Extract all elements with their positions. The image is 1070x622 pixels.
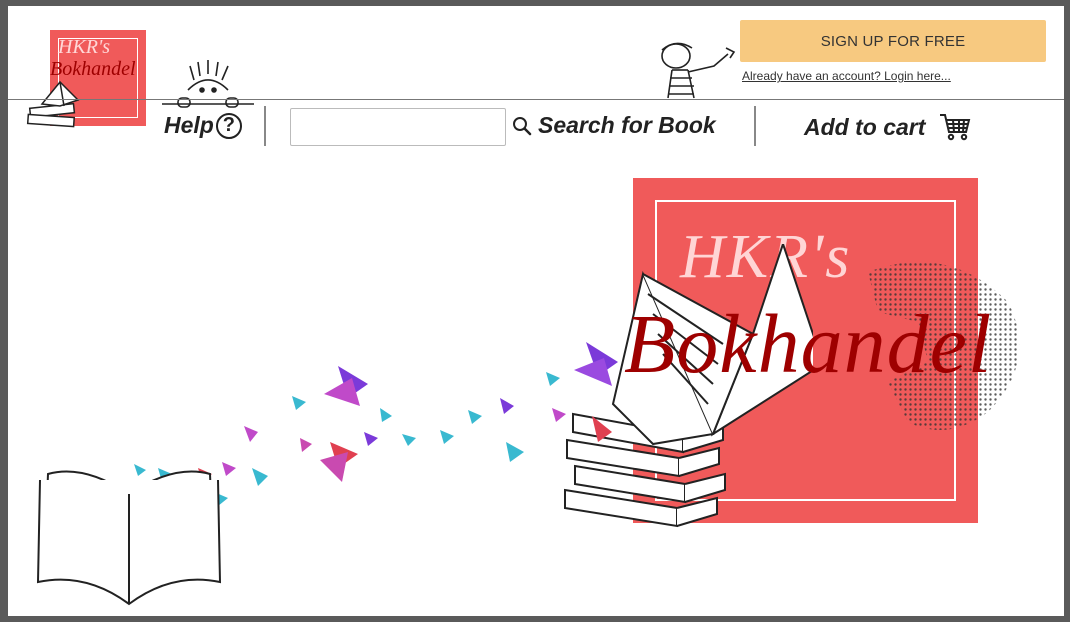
hero-logo-line2: Bokhandel bbox=[624, 298, 993, 391]
cartoon-guy-icon bbox=[661, 42, 736, 99]
question-circle-icon: ? bbox=[215, 112, 242, 139]
page-frame: HKR's Bokhandel SIGN UP FOR FREE Already… bbox=[8, 6, 1064, 616]
search-input[interactable] bbox=[290, 108, 506, 146]
open-book-icon bbox=[36, 470, 222, 606]
search-button[interactable]: Search for Book bbox=[512, 112, 716, 139]
magnifier-icon bbox=[513, 116, 532, 135]
header-logo[interactable]: HKR's Bokhandel bbox=[24, 22, 164, 134]
header-divider bbox=[8, 99, 1064, 100]
shopping-cart-icon bbox=[940, 114, 971, 141]
login-link[interactable]: Already have an account? Login here... bbox=[742, 69, 951, 83]
nav-divider bbox=[754, 106, 756, 146]
search-label: Search for Book bbox=[538, 112, 716, 138]
help-link[interactable]: Help ? bbox=[164, 112, 242, 139]
help-label: Help bbox=[164, 112, 214, 138]
header-logo-line1: HKR's bbox=[58, 36, 111, 58]
nav-divider bbox=[264, 106, 266, 146]
add-to-cart-button[interactable]: Add to cart bbox=[804, 112, 971, 142]
signup-button[interactable]: SIGN UP FOR FREE bbox=[740, 20, 1046, 62]
peeking-character-icon bbox=[162, 60, 254, 108]
cart-label: Add to cart bbox=[804, 113, 926, 140]
